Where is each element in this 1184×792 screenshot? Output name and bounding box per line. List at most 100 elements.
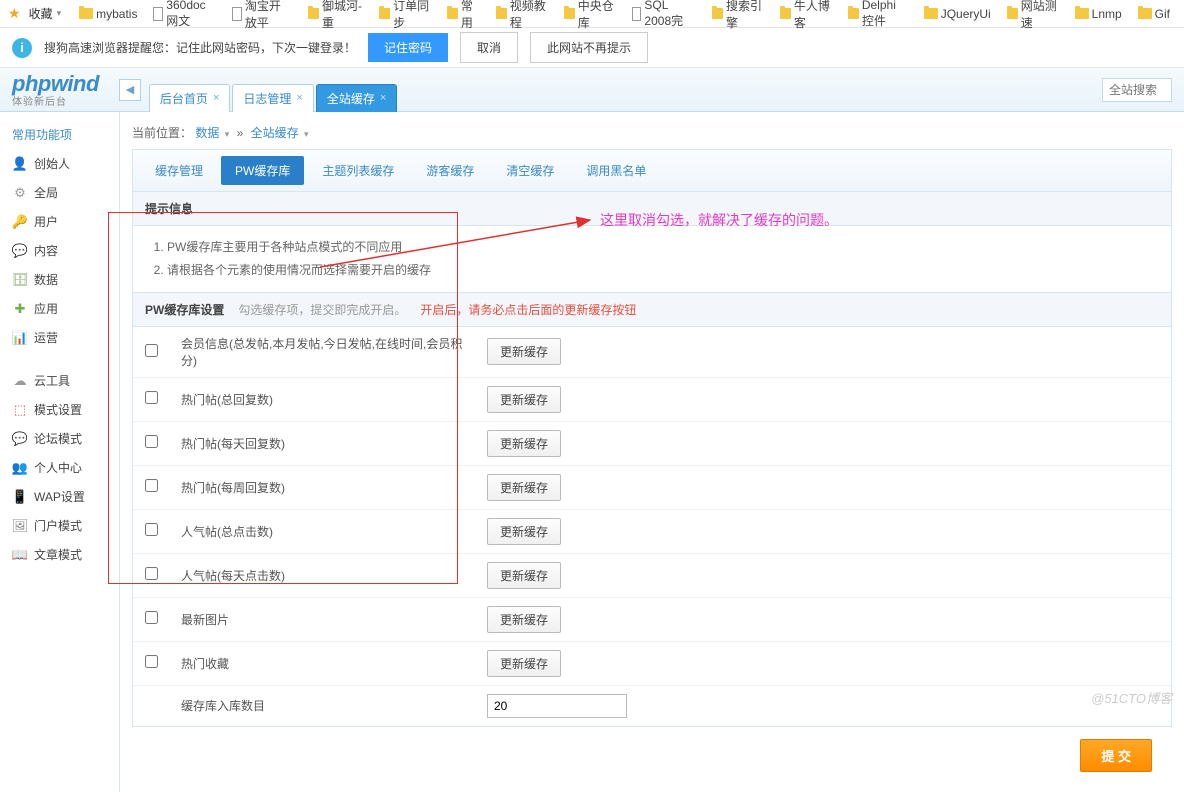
sidebar-item[interactable]: ☁云工具 [0, 366, 119, 395]
sidebar-item[interactable]: 📖 文章模式 [0, 540, 119, 569]
bookmarks-bar: ★ 收藏 ▾ mybatis360doc网文淘宝开放平御城河-重订单同步常用视频… [0, 0, 1184, 28]
update-cache-button[interactable]: 更新缓存 [487, 518, 561, 545]
count-input[interactable] [487, 694, 627, 718]
cancel-button[interactable]: 取消 [460, 32, 518, 63]
update-cache-button[interactable]: 更新缓存 [487, 606, 561, 633]
update-cache-button[interactable]: 更新缓存 [487, 338, 561, 365]
favorites-label[interactable]: 收藏 [29, 5, 53, 22]
count-label: 缓存库入库数目 [181, 697, 471, 714]
bookmark-item[interactable]: SQL 2008完 [626, 0, 702, 33]
sidebar-icon: 👤 [12, 156, 28, 172]
cache-checkbox[interactable] [145, 523, 158, 536]
folder-icon [79, 8, 93, 19]
update-cache-button[interactable]: 更新缓存 [487, 386, 561, 413]
cache-checkbox[interactable] [145, 391, 158, 404]
bookmark-item[interactable]: 淘宝开放平 [226, 0, 298, 33]
fav-chevron[interactable]: ▾ [57, 8, 62, 19]
bookmark-item[interactable]: 御城河-重 [302, 0, 369, 33]
cache-row: 热门收藏更新缓存 [133, 641, 1171, 685]
update-cache-button[interactable]: 更新缓存 [487, 474, 561, 501]
cache-checkbox[interactable] [145, 479, 158, 492]
bookmark-item[interactable]: Lnmp [1069, 0, 1128, 33]
sidebar-item[interactable]: 👤创始人 [0, 149, 119, 178]
sidebar-icon: 📖 [12, 547, 28, 563]
settings-hint: 勾选缓存项，提交即完成开启。 [238, 301, 406, 318]
header-tabs: ◀ 后台首页×日志管理×全站缓存× [119, 68, 397, 112]
sidebar-item[interactable]: 💬内容 [0, 236, 119, 265]
submit-button[interactable]: 提 交 [1080, 739, 1152, 772]
close-icon[interactable]: × [213, 92, 219, 104]
password-notice-bar: i 搜狗高速浏览器提醒您：记住此网站密码，下次一键登录！ 记住密码 取消 此网站… [0, 28, 1184, 68]
bookmark-label: 搜索引擎 [726, 0, 764, 31]
subtab[interactable]: 调用黑名单 [572, 156, 660, 185]
close-icon[interactable]: × [296, 92, 302, 104]
cache-checkbox[interactable] [145, 655, 158, 668]
settings-title: PW缓存库设置 [145, 301, 224, 318]
bookmark-item[interactable]: 360doc网文 [147, 0, 222, 33]
sidebar-label: 文章模式 [34, 546, 82, 563]
never-prompt-button[interactable]: 此网站不再提示 [530, 32, 648, 63]
cache-row: 人气帖(总点击数)更新缓存 [133, 509, 1171, 553]
subtab[interactable]: 主题列表缓存 [308, 156, 408, 185]
back-button[interactable]: ◀ [119, 79, 141, 101]
cache-checkbox[interactable] [145, 344, 158, 357]
cache-checkbox[interactable] [145, 435, 158, 448]
bookmark-item[interactable]: 订单同步 [373, 0, 437, 33]
bookmark-item[interactable]: 牛人博客 [774, 0, 838, 33]
bookmark-item[interactable]: Gif [1132, 0, 1176, 33]
sidebar-label: 论坛模式 [34, 430, 82, 447]
subtab[interactable]: 游客缓存 [412, 156, 488, 185]
update-cache-button[interactable]: 更新缓存 [487, 430, 561, 457]
bookmark-item[interactable]: 搜索引擎 [706, 0, 770, 33]
breadcrumb-data[interactable]: 数据 [195, 126, 219, 140]
subtab[interactable]: PW缓存库 [221, 156, 304, 185]
bookmark-item[interactable]: 网站测速 [1001, 0, 1065, 33]
folder-icon [924, 8, 938, 19]
page-icon [232, 7, 242, 21]
sidebar-item[interactable]: 📱WAP设置 [0, 482, 119, 511]
bookmark-item[interactable]: mybatis [73, 0, 143, 33]
bookmark-item[interactable]: 中央仓库 [558, 0, 622, 33]
sidebar-item[interactable]: ✚应用 [0, 294, 119, 323]
bookmark-label: 视频教程 [510, 0, 548, 31]
sidebar-item[interactable]: 🗄数据 [0, 265, 119, 294]
breadcrumb-current[interactable]: 全站缓存 [251, 126, 299, 140]
sidebar-icon: 🗄 [12, 272, 28, 288]
bookmark-label: mybatis [96, 7, 137, 21]
bookmark-item[interactable]: JQueryUi [918, 0, 997, 33]
sidebar-item[interactable]: ⚙全局 [0, 178, 119, 207]
cache-checkbox[interactable] [145, 567, 158, 580]
bookmark-item[interactable]: 常用 [441, 0, 486, 33]
sidebar-item[interactable]: 🔑用户 [0, 207, 119, 236]
sidebar-item[interactable]: 💬论坛模式 [0, 424, 119, 453]
cache-row: 热门帖(总回复数)更新缓存 [133, 377, 1171, 421]
bookmark-label: 御城河-重 [322, 0, 363, 31]
subtab[interactable]: 缓存管理 [141, 156, 217, 185]
tab-label: 日志管理 [243, 90, 291, 107]
sidebar-label: 用户 [34, 213, 58, 230]
update-cache-button[interactable]: 更新缓存 [487, 650, 561, 677]
cache-checkbox[interactable] [145, 611, 158, 624]
sidebar-icon: ⚙ [12, 185, 28, 201]
header-tab[interactable]: 后台首页× [149, 84, 230, 112]
sidebar-item[interactable]: ⬚模式设置 [0, 395, 119, 424]
bookmark-label: Delphi控件 [862, 0, 908, 29]
sidebar-item[interactable]: 🖼门户模式 [0, 511, 119, 540]
header-tab[interactable]: 全站缓存× [316, 84, 397, 112]
sidebar: 常用功能项 👤创始人⚙全局🔑用户💬内容🗄数据✚应用📊运营 ☁云工具⬚模式设置💬论… [0, 112, 120, 792]
subtab[interactable]: 清空缓存 [492, 156, 568, 185]
update-cache-button[interactable]: 更新缓存 [487, 562, 561, 589]
watermark: @51CTO博客 [1091, 688, 1172, 707]
global-search-input[interactable] [1102, 78, 1172, 102]
tips-header: 提示信息 [132, 192, 1172, 226]
sidebar-label: 应用 [34, 300, 58, 317]
sidebar-item[interactable]: 👥个人中心 [0, 453, 119, 482]
header-tab[interactable]: 日志管理 × [232, 84, 313, 112]
remember-password-button[interactable]: 记住密码 [368, 33, 448, 62]
sidebar-item[interactable]: 📊运营 [0, 323, 119, 352]
bookmark-item[interactable]: Delphi控件 [842, 0, 914, 33]
sidebar-icon: ⬚ [12, 402, 28, 418]
close-icon[interactable]: × [380, 92, 386, 104]
bookmark-item[interactable]: 视频教程 [490, 0, 554, 33]
page-icon [153, 7, 163, 21]
